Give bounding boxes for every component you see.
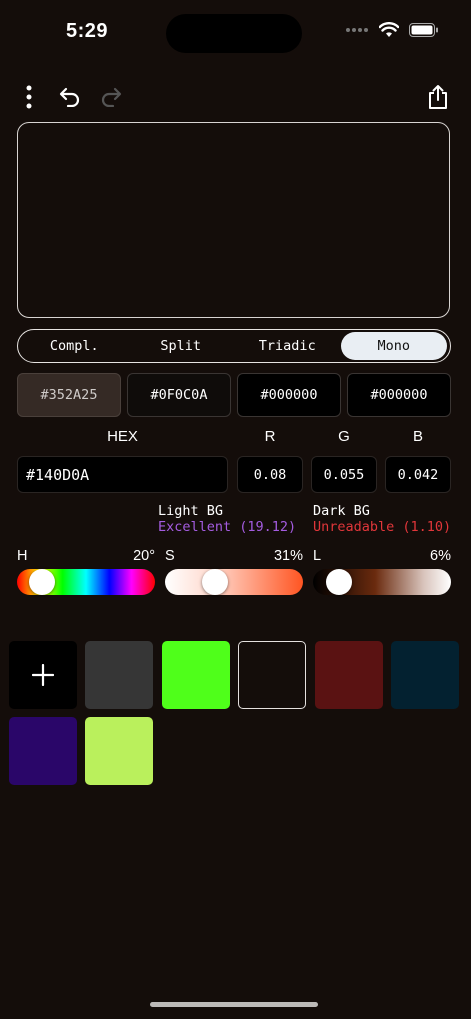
hue-slider-knob[interactable]: [29, 569, 56, 595]
plus-icon: [32, 664, 54, 686]
status-time: 5:29: [66, 20, 109, 42]
saturation-slider-knob[interactable]: [202, 569, 229, 595]
palette-swatch-6[interactable]: [9, 717, 77, 785]
add-color-button[interactable]: [9, 641, 77, 709]
tab-split[interactable]: Split: [128, 332, 235, 360]
dark-bg-label: Dark BG: [313, 503, 370, 519]
r-label: R: [264, 428, 276, 445]
more-menu-icon[interactable]: [12, 80, 46, 114]
hex-input[interactable]: #140D0A: [17, 456, 228, 493]
tab-complementary[interactable]: Compl.: [21, 332, 128, 360]
undo-icon[interactable]: [53, 80, 87, 114]
lightness-slider-knob[interactable]: [325, 569, 352, 595]
scheme-swatch-4[interactable]: #000000: [347, 373, 451, 417]
hex-label: HEX: [107, 428, 138, 445]
g-label: G: [338, 428, 350, 445]
palette-swatch-3-selected[interactable]: [238, 641, 306, 709]
light-bg-label: Light BG: [158, 503, 224, 519]
light-bg-contrast: Excellent (19.12): [158, 519, 297, 535]
b-input[interactable]: 0.042: [385, 456, 451, 493]
scheme-swatch-2[interactable]: #0F0C0A: [127, 373, 231, 417]
wifi-icon: [379, 22, 399, 37]
dynamic-island: [166, 14, 302, 53]
hue-value: 20°: [133, 548, 155, 564]
scheme-swatch-1[interactable]: #352A25: [17, 373, 121, 417]
scheme-swatch-3[interactable]: #000000: [237, 373, 341, 417]
dark-bg-contrast: Unreadable (1.10): [313, 519, 452, 535]
g-input[interactable]: 0.055: [311, 456, 377, 493]
lightness-label: L: [313, 548, 322, 564]
hue-label: H: [17, 548, 28, 564]
home-indicator: [150, 1002, 318, 1007]
lightness-value: 6%: [430, 548, 451, 564]
lightness-slider[interactable]: [313, 569, 451, 595]
tab-mono[interactable]: Mono: [340, 332, 447, 360]
palette-swatch-1[interactable]: [85, 641, 153, 709]
r-input[interactable]: 0.08: [237, 456, 303, 493]
saturation-slider[interactable]: [165, 569, 303, 595]
battery-icon: [409, 23, 438, 37]
saturation-value: 31%: [273, 548, 303, 564]
color-preview-area[interactable]: [17, 122, 450, 318]
palette-swatch-2[interactable]: [162, 641, 230, 709]
palette-swatch-7[interactable]: [85, 717, 153, 785]
redo-icon[interactable]: [94, 80, 128, 114]
cellular-signal-icon: [346, 28, 368, 32]
palette-swatch-5[interactable]: [391, 641, 459, 709]
b-label: B: [412, 428, 423, 445]
status-icons: [345, 22, 439, 38]
share-icon[interactable]: [421, 80, 455, 114]
scheme-segmented-control[interactable]: Compl. Split Triadic Mono: [17, 329, 451, 363]
palette-swatch-4[interactable]: [315, 641, 383, 709]
hue-slider[interactable]: [17, 569, 155, 595]
tab-triadic[interactable]: Triadic: [234, 332, 341, 360]
saturation-label: S: [165, 548, 175, 564]
